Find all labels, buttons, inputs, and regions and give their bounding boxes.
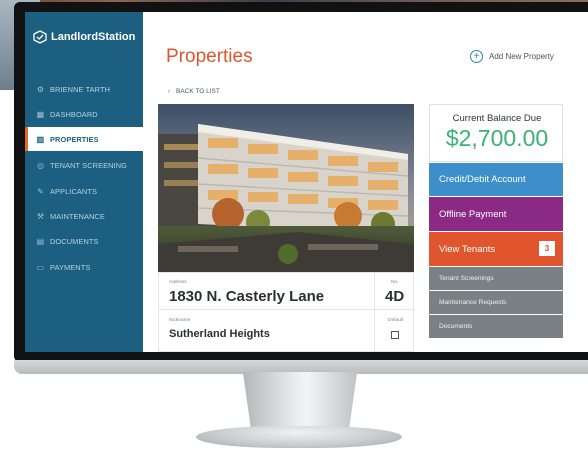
- button-label: Offline Payment: [439, 208, 507, 220]
- sidebar-item-label: TENANT SCREENING: [50, 160, 128, 170]
- property-nickname: Sutherland Heights: [169, 328, 270, 340]
- sidebar-item-label: DASHBOARD: [50, 109, 98, 119]
- property-photo: [158, 104, 414, 272]
- sidebar-item-dashboard[interactable]: ▦ DASHBOARD: [25, 102, 143, 126]
- sidebar-item-payments[interactable]: ▭ PAYMENTS: [25, 255, 143, 279]
- balance-amount: $2,700.00: [445, 125, 549, 151]
- account-panel: Current Balance Due $2,700.00 Credit/Deb…: [429, 104, 563, 352]
- sidebar-item-user[interactable]: ⚙ BRIENNE TARTH: [25, 77, 143, 101]
- card-icon: ▭: [36, 262, 45, 272]
- property-address: 1830 N. Casterly Lane: [169, 288, 325, 305]
- sidebar-item-properties[interactable]: ▥ PROPERTIES: [25, 127, 143, 151]
- button-label: Maintenance Requests: [439, 299, 507, 306]
- plus-circle-icon: +: [470, 50, 483, 63]
- building-icon: ▥: [36, 134, 45, 144]
- divider: [159, 309, 415, 310]
- button-label: Credit/Debit Account: [439, 174, 526, 185]
- sidebar-item-applicants[interactable]: ✎ APPLICANTS: [25, 179, 143, 203]
- sidebar-item-tenant-screening[interactable]: ◎ TENANT SCREENING: [25, 153, 143, 177]
- add-property-label: Add New Property: [489, 52, 554, 61]
- button-label: Documents: [439, 323, 473, 330]
- sidebar-item-label: PAYMENTS: [50, 262, 91, 272]
- logo-text: LandlordStation: [51, 31, 136, 43]
- main-content: Properties + Add New Property ‹ BACK TO …: [143, 12, 588, 352]
- default-checkbox[interactable]: [391, 331, 399, 339]
- unit-number-label: No.: [391, 280, 399, 285]
- sidebar-item-documents[interactable]: ▤ DOCUMENTS: [25, 229, 143, 253]
- nickname-label: Nickname: [169, 318, 191, 323]
- chevron-left-icon: ‹: [168, 88, 171, 95]
- magnifier-icon: ◎: [36, 160, 45, 170]
- balance-label: Current Balance Due: [452, 113, 542, 124]
- add-property-button[interactable]: + Add New Property: [470, 50, 554, 63]
- sidebar-item-label: PROPERTIES: [50, 134, 99, 144]
- monitor-stand: [242, 372, 358, 430]
- back-label: BACK TO LIST: [175, 88, 220, 95]
- sidebar-item-maintenance[interactable]: ⚒ MAINTENANCE: [25, 204, 143, 228]
- button-label: Tenant Screenings: [439, 275, 494, 282]
- divider: [374, 273, 375, 352]
- sidebar-item-label: MAINTENANCE: [50, 211, 105, 221]
- monitor-stand-base: [196, 426, 402, 448]
- logo-icon: [33, 30, 47, 44]
- default-label: Default: [388, 318, 404, 323]
- balance-box: Current Balance Due $2,700.00: [429, 104, 563, 162]
- tenant-count-badge: 3: [539, 241, 555, 256]
- documents-button[interactable]: Documents: [429, 315, 563, 338]
- building-illustration: [158, 104, 414, 272]
- sidebar-item-label: BRIENNE TARTH: [50, 84, 111, 94]
- address-label: Address: [169, 280, 187, 285]
- unit-number: 4D: [385, 288, 405, 305]
- wrench-icon: ⚒: [36, 211, 45, 221]
- monitor-chin: [14, 360, 588, 374]
- view-tenants-button[interactable]: View Tenants 3: [429, 232, 563, 266]
- pen-icon: ✎: [37, 186, 44, 196]
- tenant-screenings-button[interactable]: Tenant Screenings: [429, 267, 563, 290]
- credit-debit-account-button[interactable]: Credit/Debit Account: [429, 163, 563, 196]
- maintenance-requests-button[interactable]: Maintenance Requests: [429, 291, 563, 314]
- sidebar-item-label: DOCUMENTS: [50, 236, 99, 246]
- gear-icon: ⚙: [36, 84, 45, 94]
- back-to-list-link[interactable]: ‹ BACK TO LIST: [168, 88, 220, 95]
- sidebar-item-label: APPLICANTS: [50, 186, 98, 196]
- monitor-screen: LandlordStation ⚙ BRIENNE TARTH ▦ DASHBO…: [25, 12, 588, 352]
- sidebar: LandlordStation ⚙ BRIENNE TARTH ▦ DASHBO…: [25, 12, 143, 352]
- page-title: Properties: [166, 46, 253, 67]
- button-label: View Tenants: [439, 243, 496, 255]
- app-logo[interactable]: LandlordStation: [33, 30, 135, 44]
- property-details-card: Address 1830 N. Casterly Lane No. 4D Nic…: [158, 272, 415, 352]
- grid-icon: ▦: [36, 109, 45, 119]
- folder-icon: ▤: [36, 236, 45, 246]
- offline-payment-button[interactable]: Offline Payment: [429, 197, 563, 231]
